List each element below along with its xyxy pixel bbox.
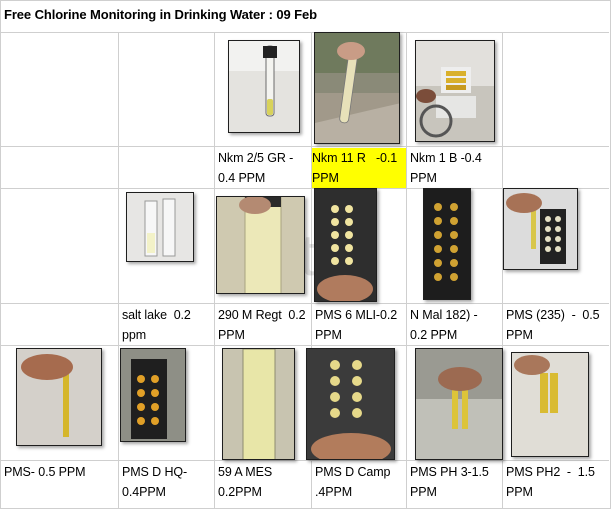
comparator-disc-hand-photo [314,188,377,302]
sample-label: N Mal 182) - 0.2 PPM [410,308,478,342]
sample-label: 290 M Regt 0.2 PPM [218,308,306,342]
yellow-tube-closeup-photo [216,196,305,294]
two-tubes-hand-photo [415,348,503,460]
sample-label: PMS D Camp .4PPM [315,465,391,499]
hand-tube-wall-photo [16,348,102,446]
sample-label: PMS PH2 - 1.5 PPM [506,465,595,499]
hand-held-tube-photo [314,32,400,144]
sample-label: 59 A MES 0.2PPM [218,465,273,499]
comparator-outdoor-photo [120,348,186,442]
black-comparator-photo [423,188,471,300]
two-vials-photo [126,192,194,262]
sample-label: Nkm 1 B -0.4 PPM [410,151,482,185]
page-title: Free Chlorine Monitoring in Drinking Wat… [4,7,317,22]
sample-label: PMS 6 MLI-0.2 PPM [315,308,398,342]
sample-label-highlighted: Nkm 11 R -0.1 PPM [312,148,406,188]
sample-label: PMS D HQ- 0.4PPM [122,465,188,499]
tube-closeup-photo [222,348,295,460]
test-tube-white-wall-photo [228,40,300,133]
comparator-kit-photo [415,40,495,142]
sample-label: PMS PH 3-1.5 PPM [410,465,489,499]
comparator-in-hand-photo [306,348,395,460]
sample-label: Nkm 2/5 GR - 0.4 PPM [218,151,294,185]
sample-label: PMS- 0.5 PPM [4,465,86,479]
sample-label: PMS (235) - 0.5 PPM [506,308,600,342]
tubes-in-comparator-photo [511,352,589,457]
hand-comparator-photo [503,188,578,270]
sample-label: salt lake 0.2 ppm [122,308,191,342]
